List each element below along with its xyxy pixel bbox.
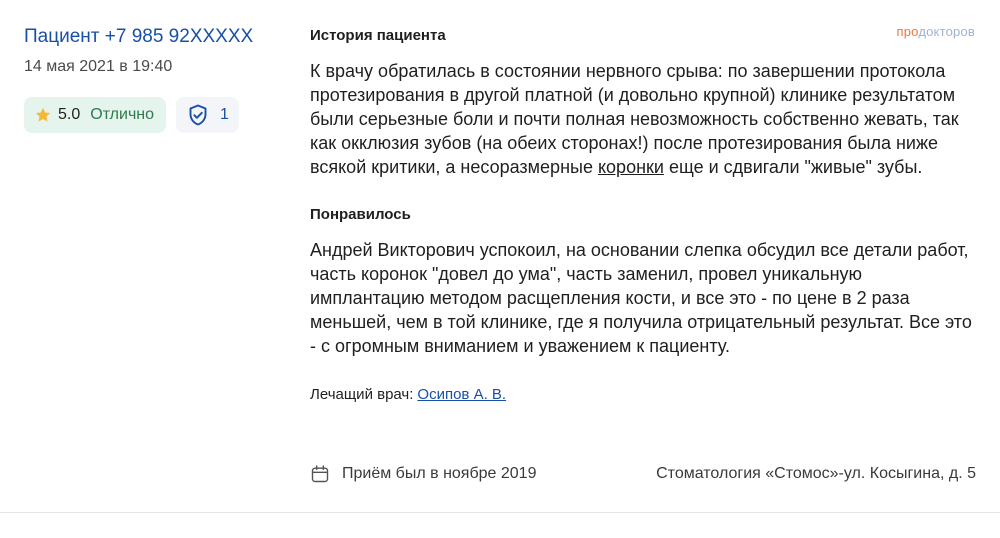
divider (0, 512, 1000, 513)
verification-badge[interactable]: 1 (176, 97, 239, 133)
history-title: История пациента (310, 27, 446, 44)
treating-doctor: Лечащий врач: Осипов А. В. (310, 385, 980, 405)
visit-date: Приём был в ноябре 2019 (342, 465, 537, 482)
review-card: Пациент +7 985 92XXXXX 14 мая 2021 в 19:… (0, 0, 1000, 538)
shield-check-icon (189, 104, 207, 126)
liked-text: Андрей Викторович успокоил, на основании… (310, 240, 972, 356)
clinic-address: Стоматология «Стомос»-ул. Косыгина, д. 5 (656, 465, 976, 482)
star-icon (35, 107, 51, 122)
rating-value: 5.0 (58, 106, 81, 123)
review-badges: 5.0 Отлично 1 (24, 97, 284, 133)
liked-title: Понравилось (310, 206, 411, 223)
history-text: К врачу обратилась в состоянии нервного … (310, 59, 975, 179)
history-text-after: еще и сдвигали "живые" зубы. (663, 157, 923, 177)
crowns-link[interactable]: коронки (598, 157, 664, 177)
review-footer: Приём был в ноябре 2019 Стоматология «Ст… (310, 462, 976, 486)
review-content: История пациента К врачу обратилась в со… (310, 27, 980, 405)
verification-count: 1 (220, 106, 229, 123)
calendar-icon (311, 465, 329, 483)
rating-label: Отлично (90, 106, 155, 123)
review-date: 14 мая 2021 в 19:40 (24, 58, 173, 75)
rating-badge[interactable]: 5.0 Отлично (24, 97, 167, 133)
doctor-label: Лечащий врач: (310, 386, 414, 403)
author-name-link[interactable]: Пациент +7 985 92XXXXX (24, 26, 284, 48)
review-author-column: Пациент +7 985 92XXXXX 14 мая 2021 в 19:… (24, 26, 284, 133)
doctor-link[interactable]: Осипов А. В. (417, 386, 506, 403)
visit-info: Приём был в ноябре 2019 (310, 464, 536, 484)
